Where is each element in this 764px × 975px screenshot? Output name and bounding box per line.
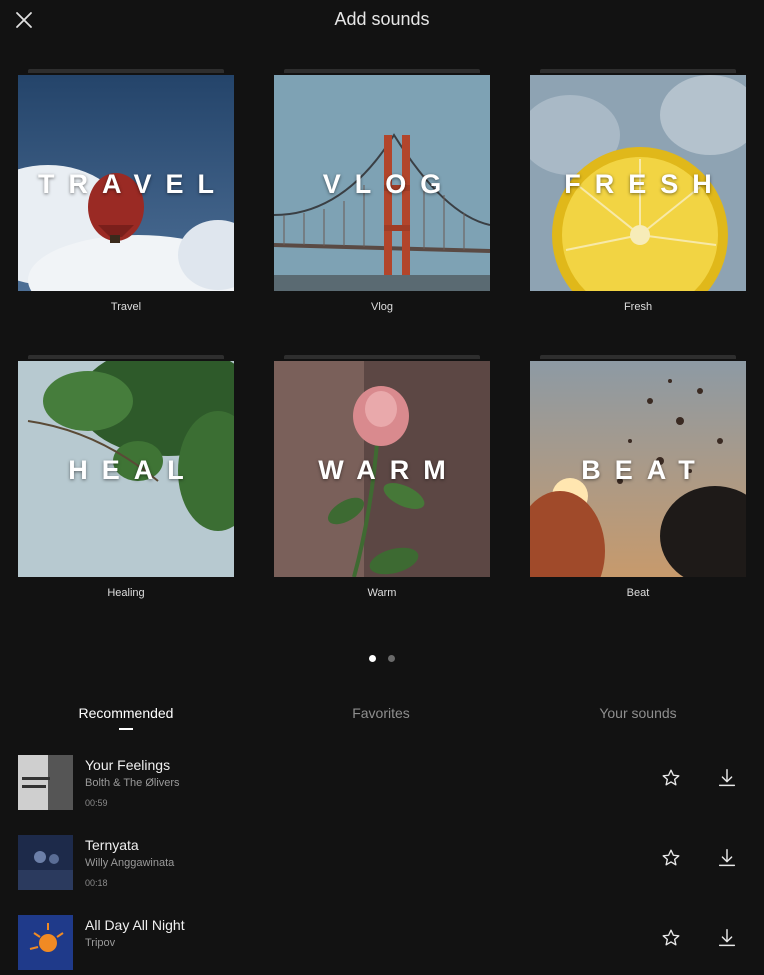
track-artist: Bolth & The Ølivers <box>85 777 180 789</box>
card-stack-edge <box>28 355 224 359</box>
star-icon[interactable] <box>660 927 682 949</box>
active-tab-indicator <box>119 728 133 730</box>
track-title: Your Feelings <box>85 757 171 773</box>
card-stack-edge <box>284 355 480 359</box>
track-row[interactable]: Ternyata Willy Anggawinata 00:18 <box>0 835 764 895</box>
download-icon[interactable] <box>716 927 738 949</box>
category-thumbnail-fresh[interactable]: FRESH <box>530 75 746 291</box>
page-dot-1[interactable] <box>368 655 376 662</box>
track-title: Ternyata <box>85 837 139 853</box>
card-stack-edge <box>28 69 224 73</box>
track-artist: Tripov <box>85 937 116 949</box>
category-thumbnail-vlog[interactable]: VLOG <box>274 75 490 291</box>
category-title-overlay: HEAL <box>68 455 198 485</box>
tab-favorites[interactable]: Favorites <box>281 705 481 721</box>
category-thumbnail-heal[interactable]: HEAL <box>18 361 234 577</box>
category-label: Vlog <box>370 301 394 313</box>
card-stack-edge <box>540 69 736 73</box>
header: Add sounds <box>0 0 764 40</box>
tab-recommended[interactable]: Recommended <box>26 705 226 721</box>
card-stack-edge <box>540 355 736 359</box>
category-label: Beat <box>626 587 650 599</box>
category-label: Travel <box>110 301 142 313</box>
category-title-overlay: FRESH <box>564 169 726 199</box>
track-title: All Day All Night <box>85 917 185 933</box>
tab-your-sounds[interactable]: Your sounds <box>538 705 738 721</box>
track-duration: 00:59 <box>85 798 108 808</box>
card-stack-edge <box>284 69 480 73</box>
pagination-dots <box>0 649 764 667</box>
page-dot-2[interactable] <box>388 655 396 662</box>
download-icon[interactable] <box>716 847 738 869</box>
track-artist: Willy Anggawinata <box>85 857 175 869</box>
category-label: Healing <box>107 587 145 599</box>
star-icon[interactable] <box>660 767 682 789</box>
category-title-overlay: BEAT <box>581 455 709 485</box>
star-icon[interactable] <box>660 847 682 869</box>
track-row[interactable]: Your Feelings Bolth & The Ølivers 00:59 <box>0 755 764 815</box>
category-label: Fresh <box>623 301 653 313</box>
album-cover <box>18 755 73 810</box>
category-label: Warm <box>367 587 397 599</box>
album-cover <box>18 915 73 970</box>
page-title: Add sounds <box>334 9 430 29</box>
download-icon[interactable] <box>716 767 738 789</box>
category-title-overlay: TRAVEL <box>38 169 228 199</box>
album-cover <box>18 835 73 890</box>
category-thumbnail-beat[interactable]: BEAT <box>530 361 746 577</box>
category-title-overlay: VLOG <box>322 169 456 199</box>
category-thumbnail-warm[interactable]: WARM <box>274 361 490 577</box>
category-thumbnail-travel[interactable]: TRAVEL <box>18 75 234 291</box>
track-row[interactable]: All Day All Night Tripov <box>0 915 764 975</box>
category-title-overlay: WARM <box>318 455 460 485</box>
track-duration: 00:18 <box>85 878 108 888</box>
